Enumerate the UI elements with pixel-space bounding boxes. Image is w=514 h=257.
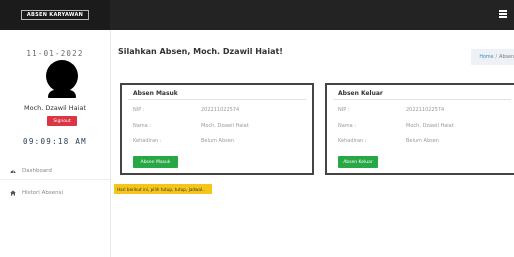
absen-keluar-card: Absen Keluar NIP : 202211022574 Nama : M… [325,83,514,175]
absen-masuk-card: Absen Masuk NIP : 202211022574 Nama : Mo… [120,83,314,175]
brand-text: ABSEN KARYAWAN [20,10,90,20]
sidebar-divider [0,179,110,180]
brand-logo[interactable]: ABSEN KARYAWAN [0,0,110,30]
card-title: Absen Masuk [133,90,178,97]
row-label: Nama : [338,123,357,129]
avatar [46,60,78,92]
breadcrumb: Home / Absen [471,49,514,65]
home-icon [10,190,16,196]
row-label: Kehadiran : [338,138,367,144]
nama-row: Nama : Moch. Dzawil Haiat [338,123,511,131]
user-name: Moch. Dzawil Haiat [23,104,86,112]
row-value: Moch. Dzawil Haiat [201,123,249,129]
menu-toggle-icon[interactable] [499,10,507,18]
kehadiran-row: Kehadiran : Belum Absen [133,138,306,146]
breadcrumb-current: Absen [499,54,514,60]
row-value: Moch. Dzawil Haiat [406,123,454,129]
row-value: Belum Absen [201,138,234,144]
nip-row: NIP : 202211022574 [133,107,306,115]
breadcrumb-home[interactable]: Home [479,55,493,60]
avatar-shoulders [48,90,76,98]
card-divider [128,99,306,100]
warning-alert: Hari berikut ini, pilih tutup, tutup, ja… [114,184,212,194]
card-title: Absen Keluar [338,90,383,97]
sidebar-item-label: Dashboard [22,168,52,174]
nama-row: Nama : Moch. Dzawil Haiat [133,123,306,131]
row-label: NIP : [133,107,145,113]
sidebar-item-dashboard[interactable]: Dashboard [10,164,52,178]
breadcrumb-separator: / [495,54,498,60]
row-value: 202211022574 [406,107,445,113]
sidebar-item-histori[interactable]: Histori Absensi [10,186,63,200]
sidebar: 11-01-2022 Moch. Dzawil Haiat Signout 09… [0,30,111,257]
kehadiran-row: Kehadiran : Belum Absen [338,138,511,146]
nip-row: NIP : 202211022574 [338,107,511,115]
signout-button[interactable]: Signout [47,116,77,126]
absen-keluar-button[interactable]: Absen Keluar [338,156,378,168]
row-value: Belum Absen [406,138,439,144]
page-title: Silahkan Absen, Moch. Dzawil Haiat! [118,47,283,56]
row-value: 202211022574 [201,107,240,113]
clock: 09:09:18 AM [23,137,87,146]
row-label: Kehadiran : [133,138,162,144]
sidebar-item-label: Histori Absensi [22,190,63,196]
row-label: Nama : [133,123,152,129]
dashboard-icon [10,168,16,174]
absen-masuk-button[interactable]: Absen Masuk [133,156,178,168]
card-divider [333,99,511,100]
current-date: 11-01-2022 [26,49,84,58]
top-navbar: ABSEN KARYAWAN [0,0,514,30]
row-label: NIP : [338,107,350,113]
